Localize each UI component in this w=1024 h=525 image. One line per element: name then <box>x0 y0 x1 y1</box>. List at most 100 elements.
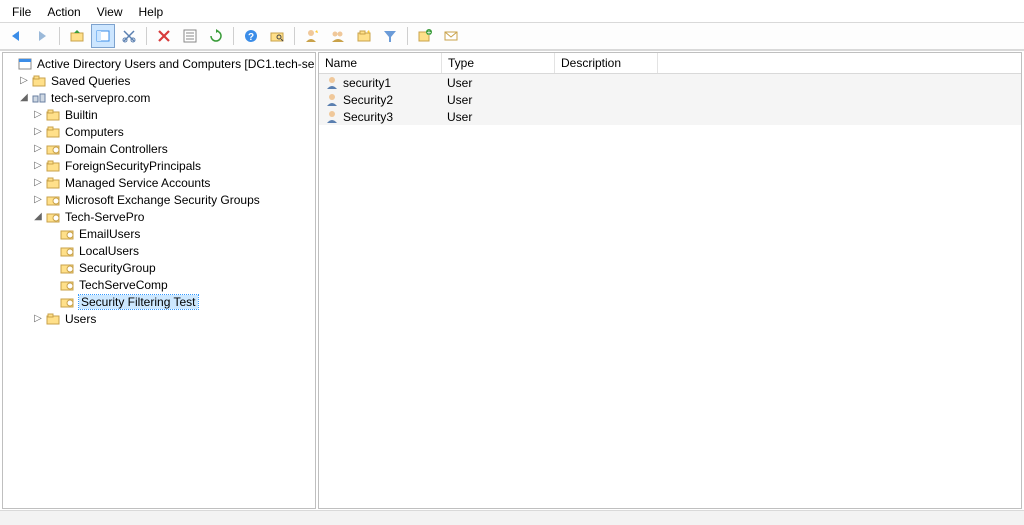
tree-users[interactable]: ▷ Users <box>3 310 315 327</box>
expander-icon[interactable]: ▷ <box>31 313 45 324</box>
add-group-icon: + <box>417 28 433 44</box>
list-header: Name Type Description <box>319 53 1021 74</box>
up-level-button[interactable] <box>65 24 89 48</box>
list-row[interactable]: Security2User <box>319 91 1021 108</box>
new-group-icon <box>330 28 346 44</box>
new-ou-icon <box>356 28 372 44</box>
list-body[interactable]: security1UserSecurity2UserSecurity3User <box>319 74 1021 508</box>
mail-icon <box>443 28 459 44</box>
column-header-type[interactable]: Type <box>442 53 555 73</box>
menu-file[interactable]: File <box>4 3 39 21</box>
help-icon: ? <box>243 28 259 44</box>
new-user-icon <box>304 28 320 44</box>
tree-fsp[interactable]: ▷ ForeignSecurityPrincipals <box>3 157 315 174</box>
folder-up-icon <box>69 28 85 44</box>
cut-button[interactable] <box>117 24 141 48</box>
menu-action[interactable]: Action <box>39 3 88 21</box>
filter-icon <box>382 28 398 44</box>
tree-security-filtering-test[interactable]: Security Filtering Test <box>3 293 315 310</box>
filter-button[interactable] <box>378 24 402 48</box>
ou-icon <box>59 226 75 242</box>
expander-icon[interactable]: ▷ <box>31 109 45 120</box>
tree-builtin[interactable]: ▷ Builtin <box>3 106 315 123</box>
folder-icon <box>45 158 61 174</box>
list-row[interactable]: security1User <box>319 74 1021 91</box>
arrow-left-icon <box>8 28 24 44</box>
tree-root[interactable]: Active Directory Users and Computers [DC… <box>3 55 315 72</box>
show-hide-tree-button[interactable] <box>91 24 115 48</box>
tree-label: Security Filtering Test <box>79 295 198 309</box>
scissors-icon <box>121 28 137 44</box>
expander-icon[interactable]: ▷ <box>31 160 45 171</box>
ou-icon <box>45 192 61 208</box>
ou-icon <box>45 141 61 157</box>
ou-icon <box>45 209 61 225</box>
folder-icon <box>45 107 61 123</box>
tree-exchange-groups[interactable]: ▷ Microsoft Exchange Security Groups <box>3 191 315 208</box>
tree-computers[interactable]: ▷ Computers <box>3 123 315 140</box>
svg-text:+: + <box>427 28 432 37</box>
ou-icon <box>59 243 75 259</box>
tree-domain[interactable]: ◢ tech-servepro.com <box>3 89 315 106</box>
tree-label: Domain Controllers <box>65 142 168 156</box>
expander-icon[interactable]: ◢ <box>31 211 45 222</box>
tree-pane[interactable]: Active Directory Users and Computers [DC… <box>2 52 316 509</box>
new-group-button[interactable] <box>326 24 350 48</box>
list-cell-type: User <box>447 110 472 124</box>
tree-tech-servepro-ou[interactable]: ◢ Tech-ServePro <box>3 208 315 225</box>
mail-button[interactable] <box>439 24 463 48</box>
menu-view[interactable]: View <box>89 3 131 21</box>
tree-label: TechServeComp <box>79 278 168 292</box>
properties-icon <box>182 28 198 44</box>
user-icon <box>325 110 339 124</box>
folder-icon <box>45 311 61 327</box>
domain-icon <box>31 90 47 106</box>
toolbar-separator <box>146 27 147 45</box>
list-row[interactable]: Security3User <box>319 108 1021 125</box>
column-header-description[interactable]: Description <box>555 53 658 73</box>
tree-label: Tech-ServePro <box>65 210 144 224</box>
menu-help[interactable]: Help <box>131 3 172 21</box>
panel-icon <box>95 28 111 44</box>
tree-securitygroup[interactable]: SecurityGroup <box>3 259 315 276</box>
tree-label: ForeignSecurityPrincipals <box>65 159 201 173</box>
tree-label: LocalUsers <box>79 244 139 258</box>
arrow-right-icon <box>34 28 50 44</box>
tree-label: Saved Queries <box>51 74 130 88</box>
refresh-button[interactable] <box>204 24 228 48</box>
status-bar <box>0 510 1024 525</box>
forward-button[interactable] <box>30 24 54 48</box>
expander-icon[interactable]: ◢ <box>17 92 31 103</box>
back-button[interactable] <box>4 24 28 48</box>
search-folder-icon <box>269 28 285 44</box>
toolbar-separator <box>407 27 408 45</box>
refresh-icon <box>208 28 224 44</box>
tree-saved-queries[interactable]: ▷ Saved Queries <box>3 72 315 89</box>
tree-msa[interactable]: ▷ Managed Service Accounts <box>3 174 315 191</box>
tree-label: Builtin <box>65 108 98 122</box>
column-header-name[interactable]: Name <box>319 53 442 73</box>
tree-label: SecurityGroup <box>79 261 156 275</box>
expander-icon[interactable]: ▷ <box>17 75 31 86</box>
tree-label: Users <box>65 312 96 326</box>
delete-button[interactable] <box>152 24 176 48</box>
find-button[interactable] <box>265 24 289 48</box>
properties-button[interactable] <box>178 24 202 48</box>
expander-icon[interactable]: ▷ <box>31 177 45 188</box>
folder-icon <box>45 124 61 140</box>
new-ou-button[interactable] <box>352 24 376 48</box>
list-cell-name: Security2 <box>343 93 393 107</box>
expander-icon[interactable]: ▷ <box>31 143 45 154</box>
tree-label: Active Directory Users and Computers [DC… <box>37 57 316 71</box>
new-user-button[interactable] <box>300 24 324 48</box>
tree-emailusers[interactable]: EmailUsers <box>3 225 315 242</box>
user-icon <box>325 76 339 90</box>
add-to-group-button[interactable]: + <box>413 24 437 48</box>
list-cell-name: security1 <box>343 76 391 90</box>
tree-techservecomp[interactable]: TechServeComp <box>3 276 315 293</box>
tree-localusers[interactable]: LocalUsers <box>3 242 315 259</box>
help-button[interactable]: ? <box>239 24 263 48</box>
expander-icon[interactable]: ▷ <box>31 194 45 205</box>
tree-domain-controllers[interactable]: ▷ Domain Controllers <box>3 140 315 157</box>
expander-icon[interactable]: ▷ <box>31 126 45 137</box>
